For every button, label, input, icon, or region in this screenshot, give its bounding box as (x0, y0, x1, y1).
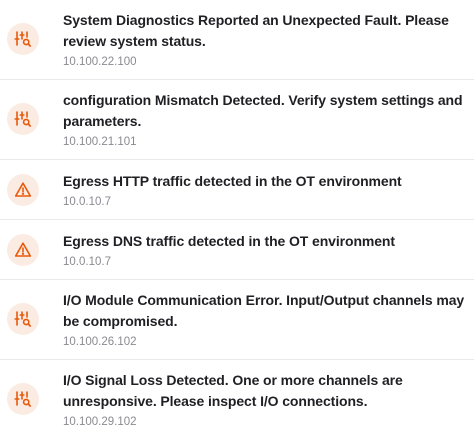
alert-list: System Diagnostics Reported an Unexpecte… (0, 0, 474, 432)
alert-item[interactable]: Egress HTTP traffic detected in the OT e… (0, 160, 474, 220)
alert-item[interactable]: I/O Module Communication Error. Input/Ou… (0, 280, 474, 360)
alert-title: System Diagnostics Reported an Unexpecte… (63, 12, 449, 49)
alert-ip-address: 10.0.10.7 (63, 256, 111, 268)
alert-title: I/O Signal Loss Detected. One or more ch… (63, 372, 403, 409)
alert-title: I/O Module Communication Error. Input/Ou… (63, 292, 465, 329)
alert-title: Egress HTTP traffic detected in the OT e… (63, 173, 402, 189)
sliders-search-icon (7, 23, 39, 55)
alert-ip-address: 10.100.26.102 (63, 336, 137, 348)
sliders-search-icon (7, 383, 39, 415)
warning-triangle-icon (7, 234, 39, 266)
alert-item[interactable]: System Diagnostics Reported an Unexpecte… (0, 0, 474, 80)
warning-triangle-icon (7, 174, 39, 206)
sliders-search-icon (7, 303, 39, 335)
alert-ip-address: 10.100.22.100 (63, 56, 137, 68)
alert-title: Egress DNS traffic detected in the OT en… (63, 233, 395, 249)
alert-ip-address: 10.100.29.102 (63, 416, 137, 428)
alert-item[interactable]: configuration Mismatch Detected. Verify … (0, 80, 474, 160)
alert-item[interactable]: I/O Signal Loss Detected. One or more ch… (0, 360, 474, 440)
alert-ip-address: 10.0.10.7 (63, 196, 111, 208)
alert-title: configuration Mismatch Detected. Verify … (63, 92, 463, 129)
sliders-search-icon (7, 103, 39, 135)
alert-item[interactable]: Egress DNS traffic detected in the OT en… (0, 220, 474, 280)
alert-ip-address: 10.100.21.101 (63, 136, 137, 148)
